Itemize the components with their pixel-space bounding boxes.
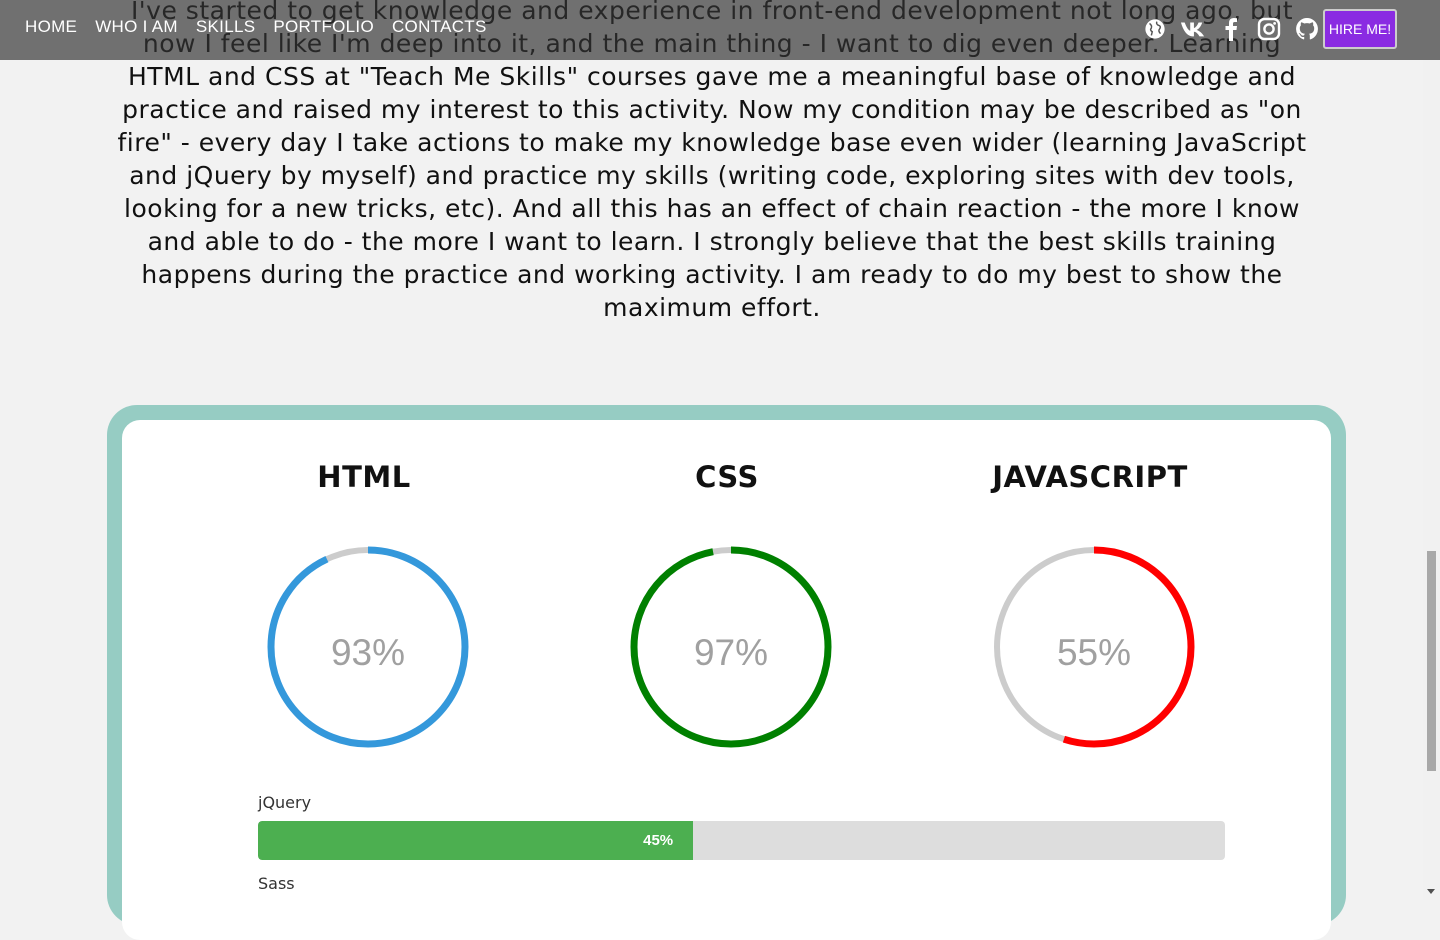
skill-title-css: CSS (695, 460, 759, 494)
vk-icon[interactable] (1180, 16, 1206, 42)
jquery-label: jQuery (258, 793, 312, 812)
hire-me-button[interactable]: HIRE ME! (1323, 9, 1397, 49)
html-progress-ring: 93% (266, 545, 470, 749)
javascript-percent-label: 55% (1056, 632, 1132, 673)
jquery-progress-bar: 45% (258, 821, 1225, 860)
skill-css: CSS (577, 460, 877, 494)
skills-card-body: HTML CSS JAVASCRIPT 93% 97% 55% jQuery 4… (122, 420, 1331, 940)
github-icon[interactable] (1294, 16, 1320, 42)
nav-link-skills[interactable]: SKILLS (196, 17, 255, 37)
globe-icon[interactable] (1142, 16, 1168, 42)
skills-card: HTML CSS JAVASCRIPT 93% 97% 55% jQuery 4… (107, 405, 1346, 940)
social-links (1142, 16, 1320, 42)
page-scrollbar[interactable] (1423, 0, 1440, 900)
nav-link-home[interactable]: HOME (25, 17, 77, 37)
scroll-down-arrow-icon[interactable] (1427, 889, 1435, 894)
instagram-icon[interactable] (1256, 16, 1282, 42)
css-progress-ring: 97% (629, 545, 833, 749)
skill-javascript: JAVASCRIPT (940, 460, 1240, 494)
nav-link-who-i-am[interactable]: WHO I AM (95, 17, 178, 37)
facebook-icon[interactable] (1218, 16, 1244, 42)
skill-title-javascript: JAVASCRIPT (992, 460, 1188, 494)
nav-link-contacts[interactable]: CONTACTS (392, 17, 487, 37)
skill-title-html: HTML (317, 460, 411, 494)
sass-label: Sass (258, 874, 295, 893)
html-percent-label: 93% (330, 632, 406, 673)
nav-link-portfolio[interactable]: PORTFOLIO (273, 17, 374, 37)
javascript-progress-ring: 55% (992, 545, 1196, 749)
nav-links: HOME WHO I AM SKILLS PORTFOLIO CONTACTS (16, 17, 496, 37)
skill-html: HTML (214, 460, 514, 494)
top-navbar: HOME WHO I AM SKILLS PORTFOLIO CONTACTS … (0, 0, 1440, 60)
css-percent-label: 97% (693, 632, 769, 673)
scrollbar-thumb[interactable] (1427, 551, 1436, 771)
jquery-progress-fill: 45% (258, 821, 694, 860)
